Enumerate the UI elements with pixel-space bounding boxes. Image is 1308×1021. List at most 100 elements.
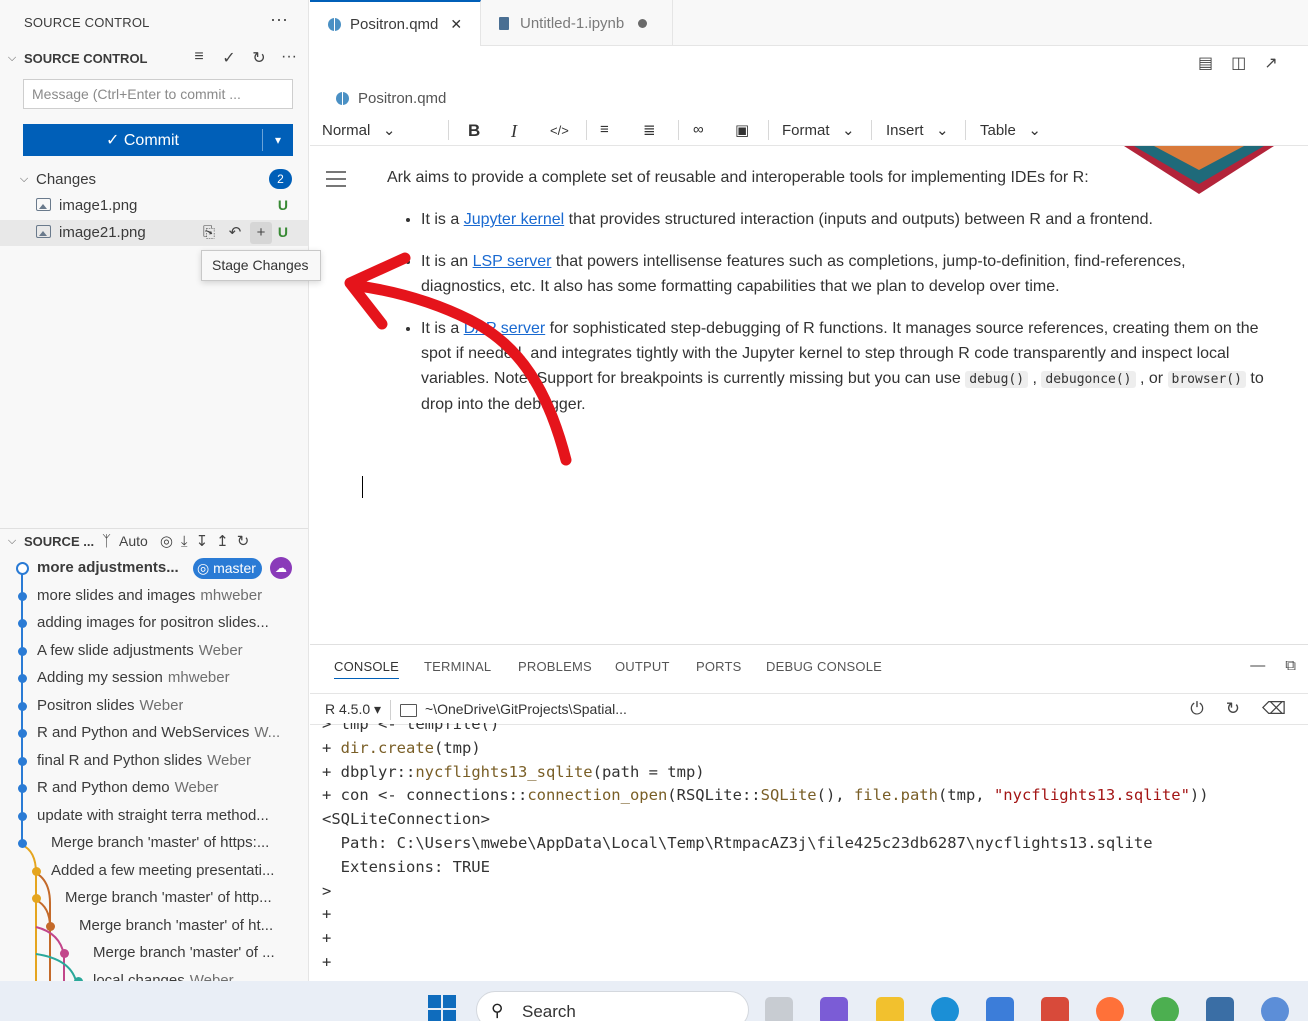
lsp-server-link[interactable]: LSP server: [473, 253, 552, 270]
positron-icon[interactable]: [1206, 997, 1234, 1021]
power-icon[interactable]: ⏻: [1190, 699, 1203, 719]
changed-file-row[interactable]: image1.png U: [0, 193, 308, 219]
commit-message[interactable]: Merge branch 'master' of ht...: [79, 917, 273, 934]
commit-message[interactable]: more slides and images mhweber: [37, 587, 262, 604]
paragraph-style-select[interactable]: Normal ⌄: [322, 121, 395, 139]
code-button[interactable]: </>: [550, 123, 569, 138]
firefox-icon[interactable]: [1096, 997, 1124, 1021]
commit-row[interactable]: Merge branch 'master' of ...: [0, 940, 308, 967]
tab-problems[interactable]: PROBLEMS: [518, 659, 592, 674]
commit-message[interactable]: Merge branch 'master' of http...: [65, 889, 272, 906]
commit-dropdown-icon[interactable]: ▾: [263, 133, 293, 147]
tab-ports[interactable]: PORTS: [696, 659, 742, 674]
commit-row[interactable]: update with straight terra method...: [0, 803, 308, 830]
commit-message-input[interactable]: [23, 79, 293, 109]
close-icon[interactable]: ✕: [450, 16, 462, 33]
outline-menu-icon[interactable]: [326, 171, 346, 192]
branch-badge[interactable]: ◎ master: [193, 558, 262, 579]
breadcrumb[interactable]: Positron.qmd: [336, 90, 446, 107]
commit-message[interactable]: adding images for positron slides...: [37, 614, 269, 631]
paragraph-style-label[interactable]: Normal: [322, 122, 370, 139]
commit-message[interactable]: final R and Python slides Weber: [37, 752, 251, 769]
store-icon[interactable]: [986, 997, 1014, 1021]
commit-row[interactable]: Merge branch 'master' of ht...: [0, 913, 308, 940]
tab-label[interactable]: Positron.qmd: [350, 16, 438, 33]
push-icon[interactable]: ↥: [216, 532, 229, 550]
view-as-list-icon[interactable]: ≡: [190, 48, 208, 68]
auto-branch-label[interactable]: Auto: [119, 533, 148, 549]
image-icon[interactable]: ▣: [735, 121, 749, 139]
tab-output[interactable]: OUTPUT: [615, 659, 670, 674]
maximize-icon[interactable]: ⧉: [1285, 657, 1296, 674]
format-menu-label[interactable]: Format: [782, 122, 830, 139]
commit-message[interactable]: Positron slides Weber: [37, 697, 183, 714]
chevron-down-icon[interactable]: ⌵: [5, 52, 19, 65]
tab-untitled-ipynb[interactable]: Untitled-1.ipynb: [481, 0, 673, 46]
tab-console[interactable]: CONSOLE: [334, 659, 399, 679]
cloud-icon[interactable]: ☁: [270, 557, 292, 579]
table-menu-label[interactable]: Table: [980, 122, 1016, 139]
sidebar-more-icon[interactable]: ···: [270, 9, 288, 30]
commit-row[interactable]: Merge branch 'master' of https:...: [0, 830, 308, 857]
commit-message[interactable]: Merge branch 'master' of https:...: [51, 834, 269, 851]
bold-button[interactable]: B: [468, 121, 480, 141]
italic-button[interactable]: I: [511, 121, 517, 142]
commit-message[interactable]: more adjustments...: [37, 559, 179, 576]
format-menu[interactable]: Format ⌄: [782, 121, 855, 139]
tab-label[interactable]: Untitled-1.ipynb: [520, 15, 624, 32]
jupyter-kernel-link[interactable]: Jupyter kernel: [464, 211, 565, 228]
file-explorer-icon[interactable]: [876, 997, 904, 1021]
commit-message[interactable]: R and Python and WebServices W...: [37, 724, 280, 741]
source-control-section-header[interactable]: ⌵ SOURCE CONTROL ≡ ✓ ↻ ···: [0, 48, 308, 70]
pull-icon[interactable]: ↧: [196, 532, 209, 550]
commit-row[interactable]: R and Python and WebServices W...: [0, 720, 308, 747]
task-view-icon[interactable]: [765, 997, 793, 1021]
fetch-icon[interactable]: ⤓: [181, 533, 188, 550]
commit-button[interactable]: ✓ Commit ▾: [23, 124, 293, 156]
r-icon[interactable]: [1261, 997, 1289, 1021]
chevron-down-icon[interactable]: ⌵: [17, 173, 31, 186]
commit-row[interactable]: Positron slides Weber: [0, 693, 308, 720]
chrome-icon[interactable]: [1151, 997, 1179, 1021]
open-file-icon[interactable]: ⎘: [198, 222, 220, 244]
taskbar-search[interactable]: ⚲ Search: [476, 991, 749, 1021]
commit-row[interactable]: more slides and images mhweber: [0, 583, 308, 610]
commit-message[interactable]: A few slide adjustments Weber: [37, 642, 243, 659]
split-editor-icon[interactable]: ◫: [1231, 53, 1246, 73]
dap-server-link[interactable]: DAP server: [464, 320, 546, 337]
table-menu[interactable]: Table ⌄: [980, 121, 1041, 139]
open-external-icon[interactable]: ↗: [1264, 53, 1277, 73]
commit-message[interactable]: update with straight terra method...: [37, 807, 269, 824]
commit-row[interactable]: adding images for positron slides...: [0, 610, 308, 637]
commit-row[interactable]: Adding my session mhweber: [0, 665, 308, 692]
windows-start-icon[interactable]: [428, 995, 458, 1021]
stage-changes-icon[interactable]: +: [250, 222, 272, 244]
chevron-down-icon[interactable]: ⌵: [5, 535, 19, 548]
refresh-icon[interactable]: ↻: [250, 48, 268, 68]
folder-icon[interactable]: [400, 704, 417, 717]
changes-group-header[interactable]: ⌵ Changes 2: [0, 168, 308, 190]
minimize-icon[interactable]: —: [1250, 657, 1265, 674]
commit-message[interactable]: Merge branch 'master' of ...: [93, 944, 275, 961]
r-version-select[interactable]: R 4.5.0 ▾: [325, 701, 381, 718]
insert-menu[interactable]: Insert ⌄: [886, 121, 949, 139]
discard-changes-icon[interactable]: ↶: [224, 222, 246, 244]
numbered-list-icon[interactable]: ≣: [643, 121, 656, 139]
target-icon[interactable]: ◎: [160, 532, 173, 550]
commit-check-icon[interactable]: ✓: [220, 48, 238, 68]
changed-file-row[interactable]: image21.png ⎘ ↶ + U: [0, 220, 308, 246]
console-output[interactable]: > tmp <- tempfile() + dir.create(tmp) + db…: [322, 723, 1292, 981]
bullet-list-icon[interactable]: ≡: [600, 121, 609, 138]
tab-terminal[interactable]: TERMINAL: [424, 659, 491, 674]
file-name[interactable]: image21.png: [59, 224, 146, 241]
commit-message[interactable]: R and Python demo Weber: [37, 779, 219, 796]
commit-row[interactable]: Merge branch 'master' of http...: [0, 885, 308, 912]
branch-icon[interactable]: ᛉ: [102, 533, 111, 550]
copilot-icon[interactable]: [820, 997, 848, 1021]
source-control-graph-header[interactable]: ⌵ SOURCE ... ᛉ Auto ◎ ⤓ ↧ ↥ ↻: [0, 528, 308, 552]
preview-icon[interactable]: ▤: [1198, 53, 1213, 73]
commit-message[interactable]: Adding my session mhweber: [37, 669, 230, 686]
commit-row[interactable]: Added a few meeting presentati...: [0, 858, 308, 885]
commit-button-label[interactable]: ✓ Commit: [23, 130, 262, 150]
commit-row[interactable]: final R and Python slides Weber: [0, 748, 308, 775]
